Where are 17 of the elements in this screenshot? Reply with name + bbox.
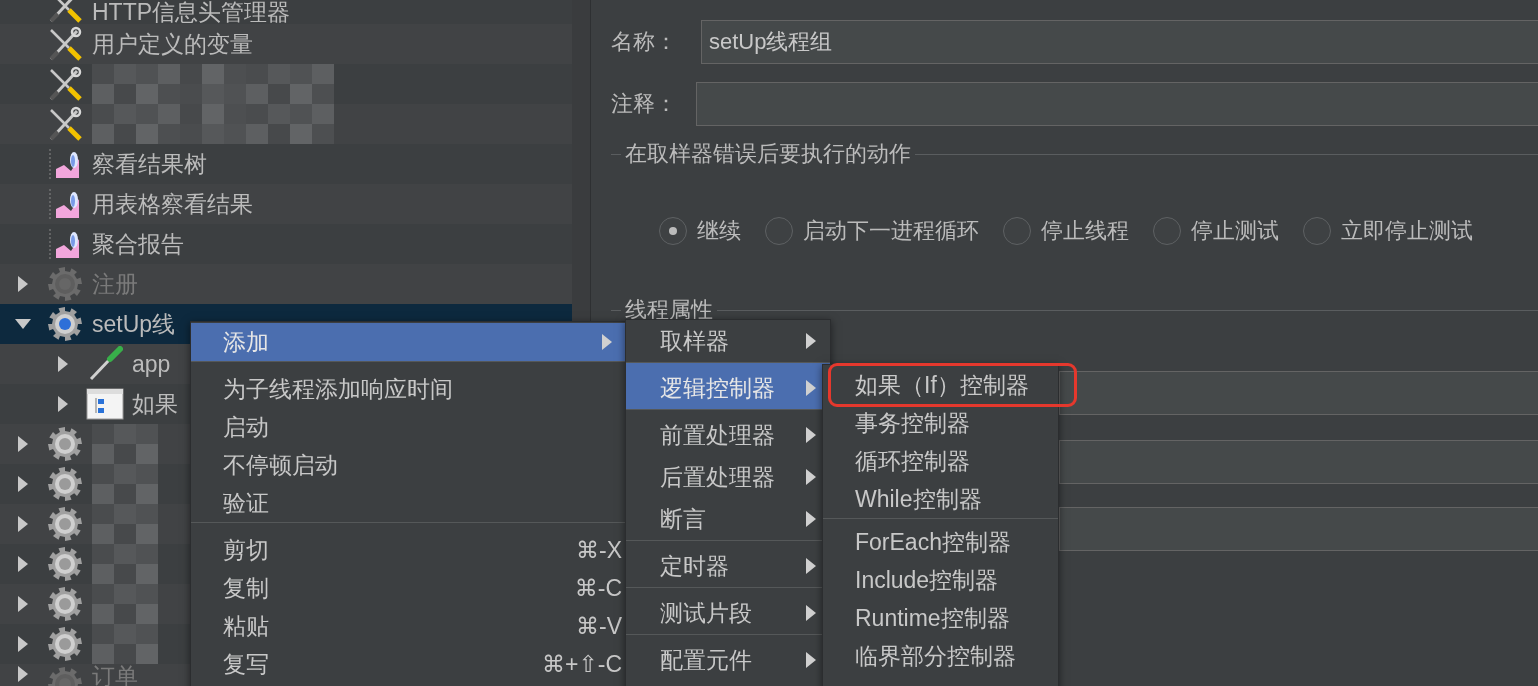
- shortcut-text: ⌘-V: [576, 612, 623, 640]
- tree-label: 用户定义的变量: [92, 29, 253, 59]
- tree-label: setUp线: [92, 309, 176, 339]
- tree-label: 如果: [132, 389, 178, 419]
- shortcut-text: ⌘-C: [574, 574, 623, 602]
- shortcut-text: ⌘+⇧-C: [542, 650, 623, 678]
- tree-label: 察看结果树: [92, 149, 207, 179]
- field-label: 注释：: [611, 90, 678, 118]
- tree-label: 聚合报告: [92, 229, 184, 259]
- field-label: 名称：: [611, 28, 678, 56]
- group-title: 线程属性: [624, 296, 714, 324]
- tree-label: 注册: [92, 269, 138, 299]
- tree-label: 用表格察看结果: [92, 189, 253, 219]
- tree-label: HTTP信息头管理器: [92, 0, 291, 24]
- group-title: 在取样器错误后要执行的动作: [624, 140, 912, 168]
- tree-label: app: [132, 350, 171, 378]
- shortcut-text: ⌘-X: [576, 536, 623, 564]
